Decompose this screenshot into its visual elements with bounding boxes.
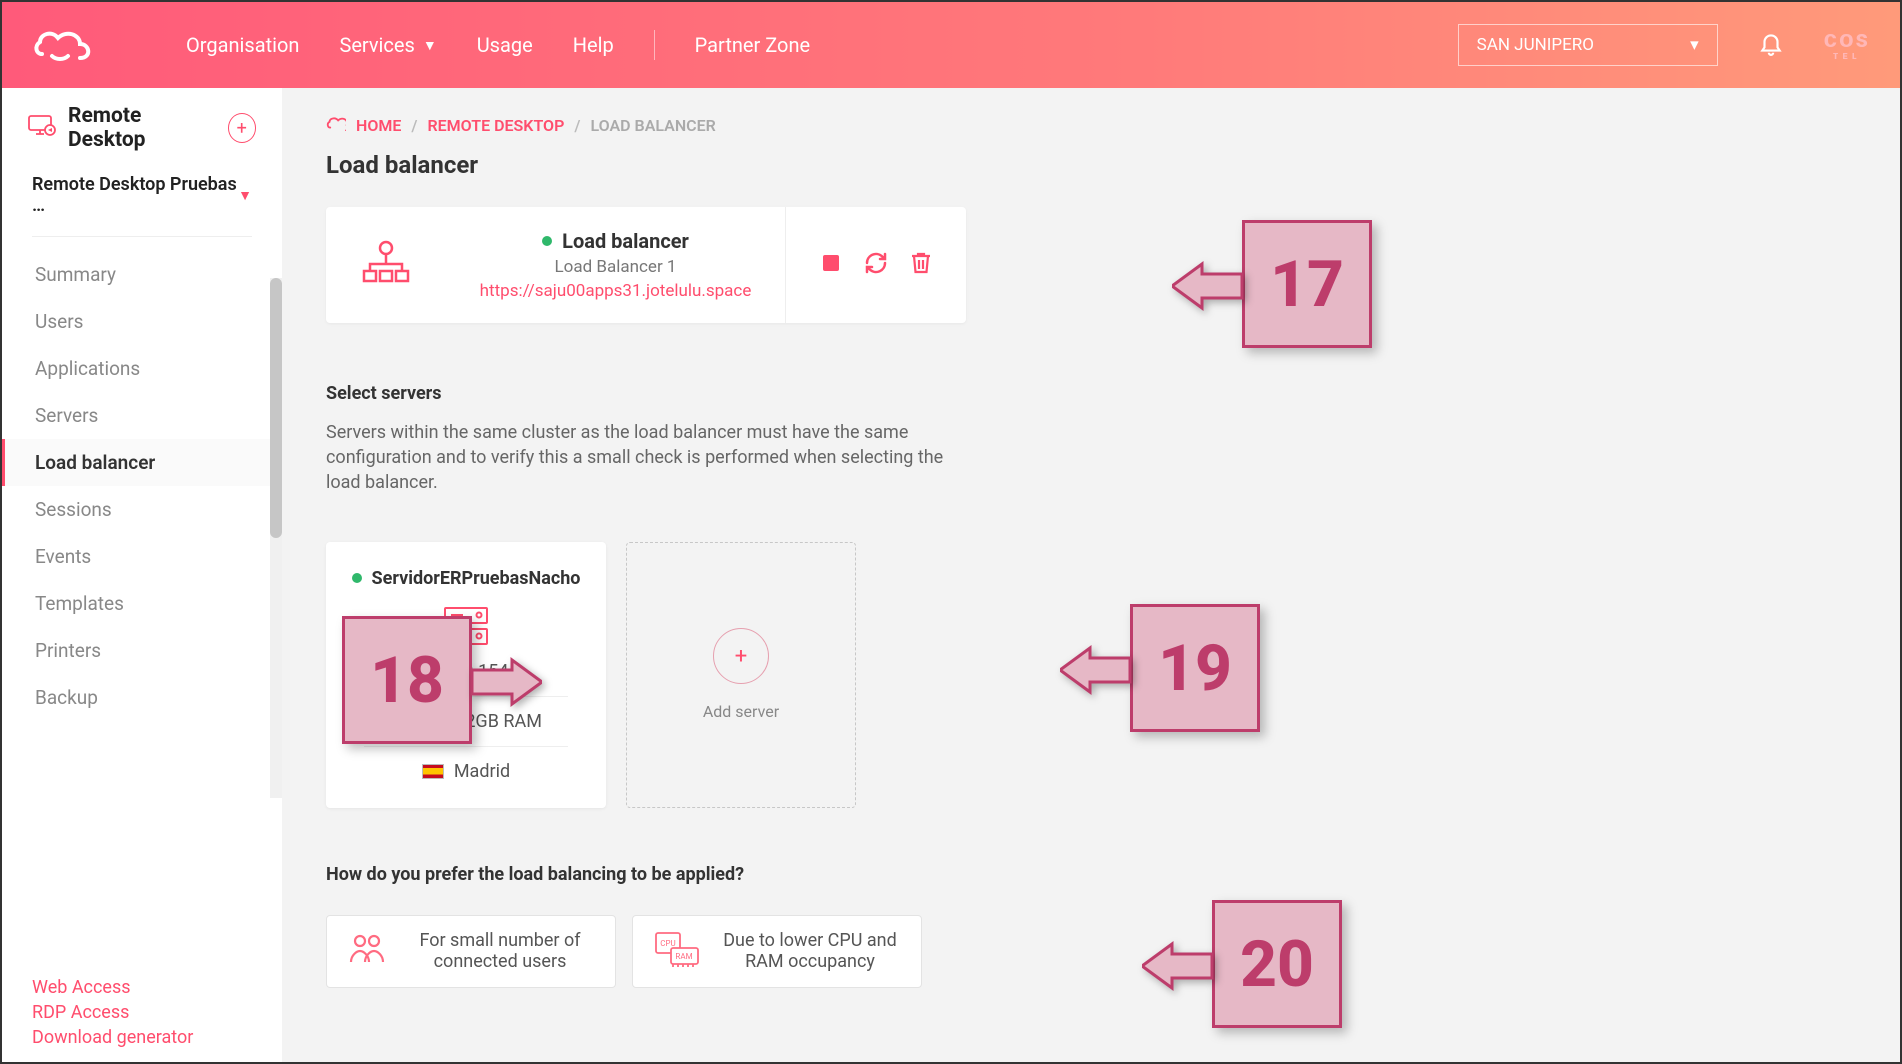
annotation-17: 17: [1242, 220, 1372, 348]
nav-usage[interactable]: Usage: [477, 33, 533, 57]
delete-button[interactable]: [910, 251, 932, 279]
sidebar-item-applications[interactable]: Applications: [2, 345, 282, 392]
nav-services[interactable]: Services▼: [339, 33, 436, 57]
option-cpu-ram[interactable]: CPURAM Due to lower CPU and RAM occupanc…: [632, 915, 922, 988]
link-download-generator[interactable]: Download generator: [32, 1027, 193, 1048]
top-nav: Organisation Services▼ Usage Help Partne…: [186, 30, 810, 60]
server-location: Madrid: [454, 761, 510, 782]
cpu-ram-icon: CPURAM: [653, 930, 701, 973]
stop-button[interactable]: [820, 252, 842, 278]
sidebar-item-events[interactable]: Events: [2, 533, 282, 580]
select-servers-title: Select servers: [326, 383, 1840, 404]
lb-subname: Load Balancer 1: [456, 257, 775, 277]
page-title: Load balancer: [326, 151, 1840, 179]
main-content: HOME / REMOTE DESKTOP / LOAD BALANCER Lo…: [282, 88, 1900, 1062]
nav-partner-zone[interactable]: Partner Zone: [695, 33, 810, 57]
sidebar-subscription-selector[interactable]: Remote Desktop Pruebas … ▼: [2, 168, 282, 230]
breadcrumb-remote-desktop[interactable]: REMOTE DESKTOP: [427, 116, 564, 135]
server-ip: 10.0.0.154: [344, 661, 588, 682]
nav-help[interactable]: Help: [573, 33, 614, 57]
status-dot-icon: [542, 236, 552, 246]
logo: [32, 26, 96, 64]
link-web-access[interactable]: Web Access: [32, 977, 193, 998]
lb-name: Load balancer: [562, 229, 689, 253]
users-icon: [347, 932, 387, 971]
select-servers-help: Servers within the same cluster as the l…: [326, 420, 946, 496]
svg-text:RAM: RAM: [675, 952, 692, 961]
sidebar-item-backup[interactable]: Backup: [2, 674, 282, 721]
add-remote-desktop-button[interactable]: +: [228, 113, 256, 143]
sidebar-item-printers[interactable]: Printers: [2, 627, 282, 674]
secondary-logo: ᴄᴏѕᴛᴇʟ: [1824, 29, 1870, 60]
divider: [32, 236, 252, 237]
top-header: Organisation Services▼ Usage Help Partne…: [2, 2, 1900, 88]
chevron-down-icon: ▾: [1690, 35, 1699, 55]
sidebar-item-users[interactable]: Users: [2, 298, 282, 345]
add-server-card[interactable]: + Add server: [626, 542, 856, 808]
chevron-down-icon: ▼: [238, 187, 252, 204]
sidebar-item-templates[interactable]: Templates: [2, 580, 282, 627]
server-icon: [344, 605, 588, 651]
server-name: ServidorERPruebasNacho: [372, 568, 581, 589]
breadcrumb: HOME / REMOTE DESKTOP / LOAD BALANCER: [326, 116, 1840, 135]
remote-desktop-icon: [28, 115, 56, 141]
lb-url-link[interactable]: https://saju00apps31.jotelulu.space: [456, 281, 775, 301]
sidebar-title: Remote Desktop: [68, 104, 216, 152]
org-selector[interactable]: SAN JUNIPERO ▾: [1458, 24, 1718, 66]
load-balancer-card: Load balancer Load Balancer 1 https://sa…: [326, 207, 966, 323]
status-dot-icon: [352, 573, 362, 583]
breadcrumb-home[interactable]: HOME: [356, 116, 401, 135]
add-server-label: Add server: [703, 702, 779, 721]
sidebar: Remote Desktop + Remote Desktop Pruebas …: [2, 88, 282, 1062]
option-connected-users[interactable]: For small number of connected users: [326, 915, 616, 988]
notifications-icon[interactable]: [1758, 30, 1784, 60]
nav-organisation[interactable]: Organisation: [186, 33, 299, 57]
sidebar-item-sessions[interactable]: Sessions: [2, 486, 282, 533]
svg-text:CPU: CPU: [660, 939, 675, 948]
link-rdp-access[interactable]: RDP Access: [32, 1002, 193, 1023]
sidebar-nav: Summary Users Applications Servers Load …: [2, 251, 282, 721]
balancing-question: How do you prefer the load balancing to …: [326, 864, 1840, 885]
chevron-down-icon: ▼: [423, 37, 437, 54]
home-icon: [326, 116, 346, 135]
nav-separator: [654, 30, 655, 60]
sidebar-item-servers[interactable]: Servers: [2, 392, 282, 439]
plus-icon: +: [713, 628, 769, 684]
sidebar-item-summary[interactable]: Summary: [2, 251, 282, 298]
flag-es-icon: [422, 764, 444, 779]
refresh-button[interactable]: [864, 251, 888, 279]
load-balancer-icon: [357, 239, 415, 291]
server-spec: 2 Cores - 2GB RAM: [344, 711, 588, 732]
sidebar-item-load-balancer[interactable]: Load balancer: [2, 439, 282, 486]
sidebar-scrollbar-thumb[interactable]: [270, 278, 282, 538]
sidebar-footer-links: Web Access RDP Access Download generator: [32, 977, 193, 1048]
server-card[interactable]: ServidorERPruebasNacho 10.0.0.154 2 Core…: [326, 542, 606, 808]
breadcrumb-current: LOAD BALANCER: [590, 116, 715, 135]
